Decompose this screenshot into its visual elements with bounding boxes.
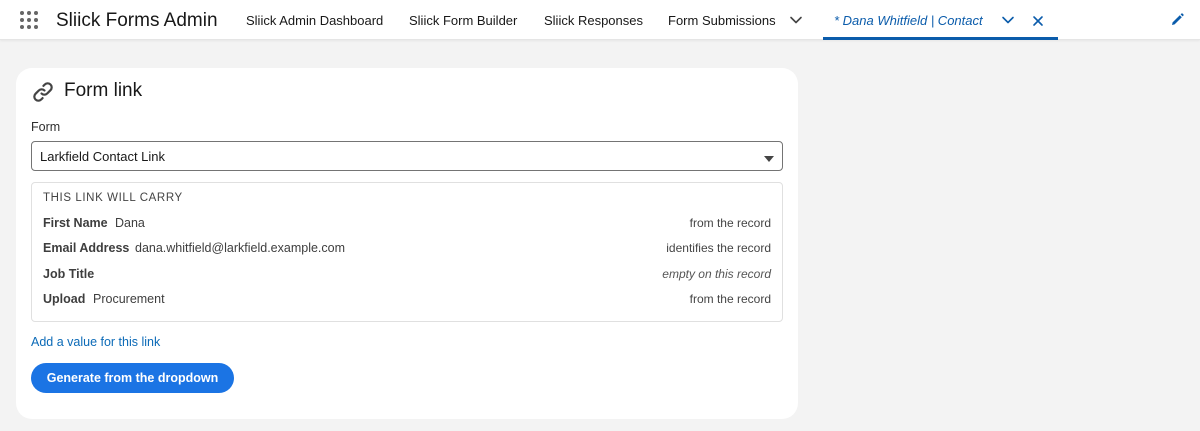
generate-button[interactable]: Generate from the dropdown [31,363,234,393]
carry-row-label: Upload [43,292,86,306]
add-value-link[interactable]: Add a value for this link [31,335,160,349]
carry-row: Email Address dana.whitfield@larkfield.e… [32,239,782,259]
close-icon[interactable] [1032,14,1046,28]
carry-row: Job Title empty on this record [32,265,782,285]
carry-row-label: Email Address [43,241,130,255]
carry-row-note: identifies the record [666,241,771,255]
app-launcher-icon[interactable] [20,11,40,31]
form-select-value: Larkfield Contact Link [40,149,166,164]
tab-dana-whitfield-contact[interactable]: * Dana Whitfield | Contact [823,0,1058,40]
carry-row-note: from the record [689,216,771,230]
carry-row-label: First Name [43,216,108,230]
tab-sliick-responses[interactable]: Sliick Responses [544,13,643,28]
carry-row: Upload Procurement from the record [32,290,782,310]
form-select[interactable]: Larkfield Contact Link [31,141,783,171]
tab-form-submissions[interactable]: Form Submissions [668,13,776,28]
app-name: Sliick Forms Admin [56,10,218,31]
form-link-card: Form link Form Larkfield Contact Link TH… [16,68,798,419]
tab-sliick-admin-dashboard[interactable]: Sliick Admin Dashboard [246,13,383,28]
pencil-icon[interactable] [1169,12,1185,28]
form-field-label: Form [31,120,61,134]
carry-heading: THIS LINK WILL CARRY [43,192,183,204]
carry-row-note: empty on this record [662,267,771,281]
carry-row-value: Procurement [93,292,165,306]
carry-fields-panel: THIS LINK WILL CARRY First Name Dana fro… [31,182,783,322]
chevron-down-icon[interactable] [1001,13,1017,29]
carry-row: First Name Dana from the record [32,214,782,234]
chevron-down-icon[interactable] [789,13,805,29]
global-header: Sliick Forms Admin Sliick Admin Dashboar… [0,0,1200,40]
carry-row-label: Job Title [43,267,95,281]
carry-row-value: Dana [115,216,145,230]
carry-row-value: dana.whitfield@larkfield.example.com [135,241,346,255]
tab-sliick-form-builder[interactable]: Sliick Form Builder [409,13,517,28]
card-title: Form link [64,80,143,101]
active-tab-label: * Dana Whitfield | Contact [834,13,983,28]
link-icon [31,80,55,104]
carry-row-note: from the record [689,292,771,306]
caret-down-icon [763,151,775,162]
